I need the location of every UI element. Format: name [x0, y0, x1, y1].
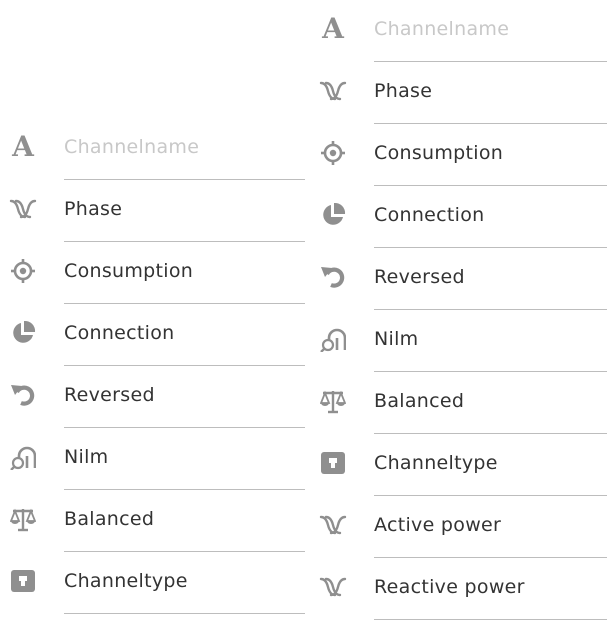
channelname-input[interactable]: Channelname	[374, 0, 607, 62]
row-label: Active power	[374, 496, 607, 558]
nilm-icon	[320, 328, 346, 352]
row-label: Connection	[64, 304, 305, 366]
balance-scale-icon	[320, 390, 346, 414]
nilm-icon	[10, 446, 36, 470]
reverse-arrow-icon	[321, 267, 345, 288]
row-label: Reversed	[374, 248, 607, 310]
icon-slot	[318, 448, 348, 478]
row-label: Reversed	[64, 366, 305, 428]
phase-icon	[319, 81, 347, 101]
row-label: Channeltype	[374, 434, 607, 496]
row-label: Phase	[64, 180, 305, 242]
row-label: Consumption	[374, 124, 607, 186]
row-label: Reactive power	[374, 558, 607, 620]
phase-icon	[9, 199, 37, 219]
icon-slot	[8, 256, 38, 286]
left-row-channeltype[interactable]: Channeltype	[0, 552, 305, 614]
text-letter-a-icon: A	[12, 130, 34, 163]
icon-slot	[318, 138, 348, 168]
target-icon	[11, 259, 35, 283]
left-row-nilm[interactable]: Nilm	[0, 428, 305, 490]
left-row-balanced[interactable]: Balanced	[0, 490, 305, 552]
reverse-arrow-icon	[11, 385, 35, 406]
right-row-nilm[interactable]: Nilm	[310, 310, 607, 372]
right-row-balanced[interactable]: Balanced	[310, 372, 607, 434]
right-row-channeltype[interactable]: Channeltype	[310, 434, 607, 496]
icon-slot	[318, 386, 348, 416]
right-row-consumption[interactable]: Consumption	[310, 124, 607, 186]
icon-slot: A	[8, 132, 38, 162]
left-row-reversed[interactable]: Reversed	[0, 366, 305, 428]
row-label: Channeltype	[64, 552, 305, 614]
row-label: Balanced	[374, 372, 607, 434]
row-label: Balanced	[64, 490, 305, 552]
right-row-connection[interactable]: Connection	[310, 186, 607, 248]
right-channel-list: A Channelname Phase Consumption Connecti…	[310, 0, 607, 620]
icon-slot	[318, 324, 348, 354]
phase-icon	[319, 515, 347, 535]
icon-slot	[8, 380, 38, 410]
icon-slot	[8, 504, 38, 534]
text-letter-a-icon: A	[322, 12, 344, 45]
icon-slot	[8, 442, 38, 472]
row-label: Nilm	[374, 310, 607, 372]
row-label: Connection	[374, 186, 607, 248]
balance-scale-icon	[10, 508, 36, 532]
icon-slot	[318, 200, 348, 230]
row-label: Consumption	[64, 242, 305, 304]
icon-slot	[318, 262, 348, 292]
icon-slot	[8, 318, 38, 348]
channelname-input[interactable]: Channelname	[64, 118, 305, 180]
left-channel-list: A Channelname Phase Consumption Connecti…	[0, 118, 305, 614]
right-row-active-power[interactable]: Active power	[310, 496, 607, 558]
right-row-reactive-power[interactable]: Reactive power	[310, 558, 607, 620]
left-row-phase[interactable]: Phase	[0, 180, 305, 242]
left-row-consumption[interactable]: Consumption	[0, 242, 305, 304]
icon-slot	[8, 566, 38, 596]
pie-icon	[323, 202, 346, 225]
row-label: Phase	[374, 62, 607, 124]
phase-icon	[319, 577, 347, 597]
left-row-channelname[interactable]: A Channelname	[0, 118, 305, 180]
row-label: Nilm	[64, 428, 305, 490]
icon-slot: A	[318, 14, 348, 44]
target-icon	[321, 141, 345, 165]
channel-type-icon	[321, 452, 345, 474]
right-row-reversed[interactable]: Reversed	[310, 248, 607, 310]
icon-slot	[318, 76, 348, 106]
icon-slot	[318, 510, 348, 540]
left-row-connection[interactable]: Connection	[0, 304, 305, 366]
icon-slot	[8, 194, 38, 224]
right-row-channelname[interactable]: A Channelname	[310, 0, 607, 62]
right-row-phase[interactable]: Phase	[310, 62, 607, 124]
channel-type-icon	[11, 570, 35, 592]
pie-icon	[13, 320, 36, 343]
